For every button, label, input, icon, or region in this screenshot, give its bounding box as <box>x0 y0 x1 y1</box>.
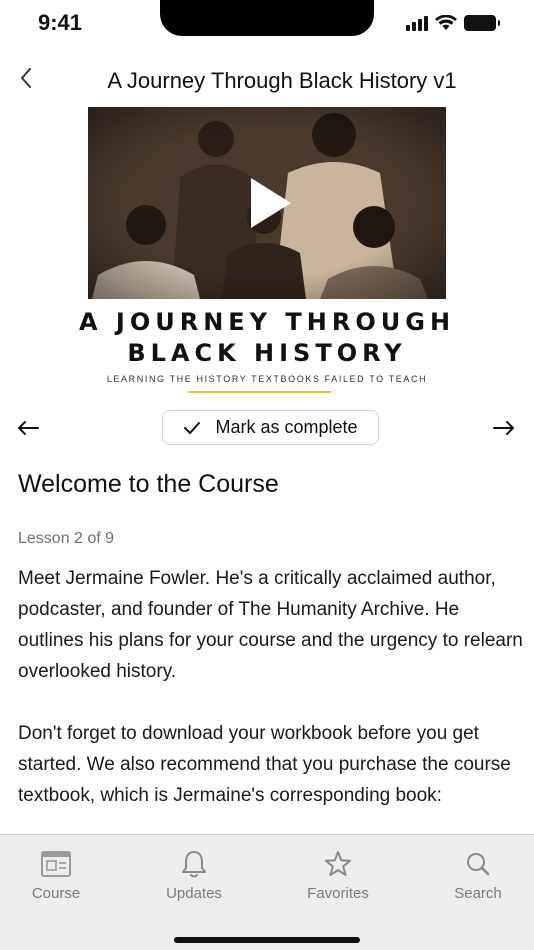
lesson-counter: Lesson 2 of 9 <box>18 530 115 547</box>
notch <box>160 0 374 36</box>
home-indicator[interactable] <box>174 937 360 943</box>
tab-updates[interactable]: Updates <box>139 849 249 902</box>
lesson-description: Meet Jermaine Fowler. He's a critically … <box>18 563 523 842</box>
wifi-icon <box>435 15 457 30</box>
lesson-paragraph: Don't forget to download your workbook b… <box>18 723 511 806</box>
star-icon <box>322 849 354 879</box>
lesson-paragraph: Meet Jermaine Fowler. He's a critically … <box>18 568 523 682</box>
status-bar: 9:41 <box>0 0 534 50</box>
tab-label: Favorites <box>307 885 369 902</box>
cover-title-line2: BLACK HISTORY <box>127 339 407 367</box>
next-lesson-button[interactable] <box>490 414 518 442</box>
cover-subtitle: LEARNING THE HISTORY TEXTBOOKS FAILED TO… <box>106 374 428 384</box>
cover-title-line1: A JOURNEY THROUGH <box>78 308 456 336</box>
status-icons <box>406 15 500 31</box>
cellular-signal-icon <box>406 15 428 31</box>
arrow-left-icon <box>18 421 39 435</box>
checkmark-icon <box>184 421 201 434</box>
video-thumbnail[interactable] <box>88 107 446 299</box>
tab-search[interactable]: Search <box>423 849 533 902</box>
cover-accent-line <box>188 391 331 393</box>
previous-lesson-button[interactable] <box>14 414 42 442</box>
course-icon <box>40 849 72 879</box>
tab-label: Course <box>31 885 81 902</box>
play-icon[interactable] <box>251 178 291 228</box>
tab-favorites[interactable]: Favorites <box>283 849 393 902</box>
page-title: A Journey Through Black History v1 <box>107 68 457 93</box>
arrow-right-icon <box>493 421 514 435</box>
tab-bar: Course Updates Favorites Search <box>0 834 534 950</box>
tab-label: Updates <box>166 885 222 902</box>
tab-label: Search <box>454 885 502 902</box>
mark-complete-button[interactable]: Mark as complete <box>162 410 379 445</box>
tab-course[interactable]: Course <box>1 849 111 902</box>
status-time: 9:41 <box>38 10 83 35</box>
search-icon <box>462 849 494 879</box>
mark-complete-label: Mark as complete <box>215 417 358 437</box>
lesson-heading: Welcome to the Course <box>18 470 279 498</box>
battery-icon <box>464 15 500 31</box>
bell-icon <box>178 849 210 879</box>
